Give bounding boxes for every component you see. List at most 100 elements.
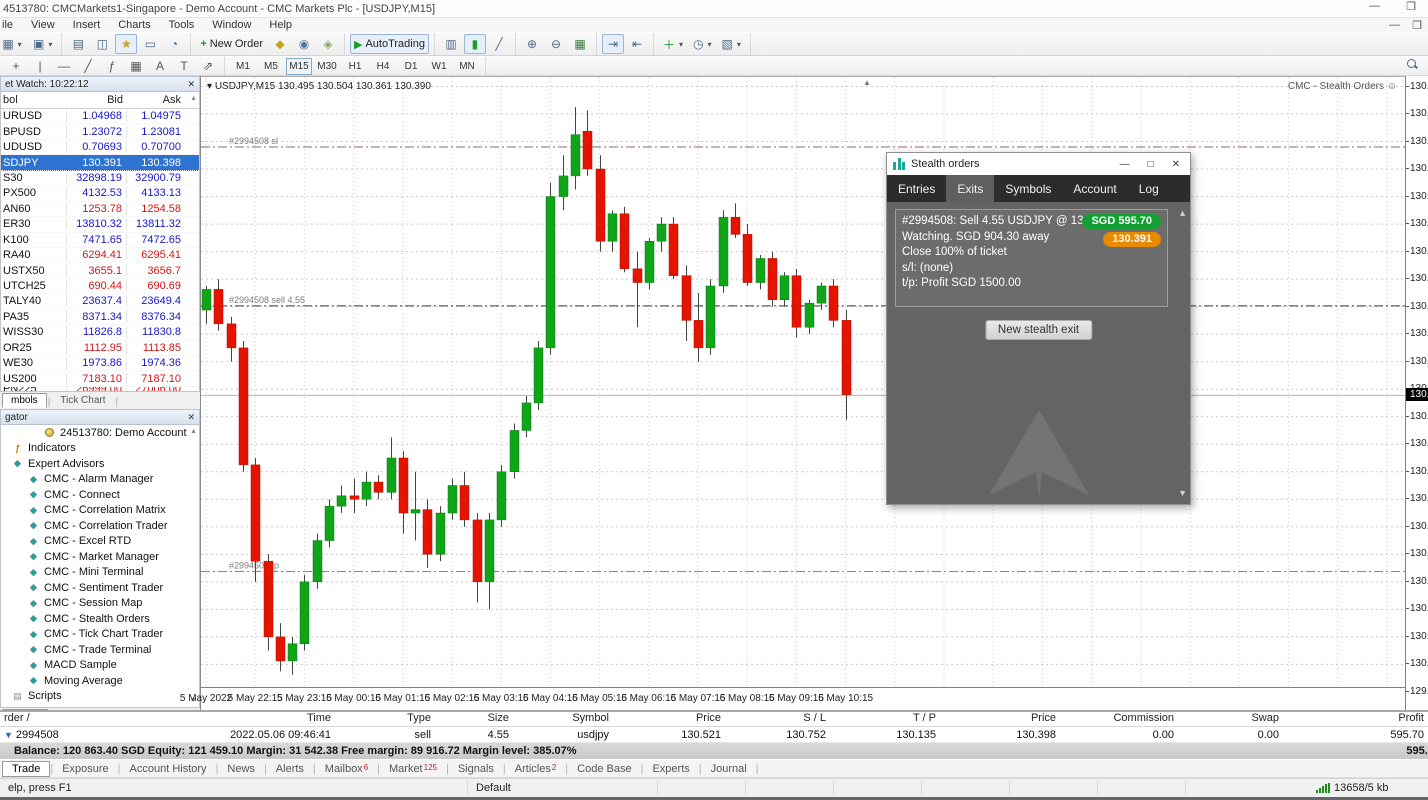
chart-shift-button[interactable]: ⇤	[626, 34, 648, 54]
navigator-toggle[interactable]: ★	[115, 34, 137, 54]
candlestick-button[interactable]: ▮	[464, 34, 486, 54]
column-ask[interactable]: Ask	[127, 94, 185, 106]
navigator-item-cmc-stealth-orders[interactable]: ◆CMC - Stealth Orders	[1, 611, 199, 627]
terminal-tab-signals[interactable]: Signals	[449, 762, 503, 776]
terminal-column-rder[interactable]: rder /	[0, 712, 150, 726]
menu-tools[interactable]: Tools	[169, 19, 195, 31]
metaeditor-button[interactable]: ◆	[269, 34, 291, 54]
terminal-tab-trade[interactable]: Trade	[2, 761, 50, 777]
scroll-up-icon[interactable]: ▲	[1178, 208, 1187, 218]
navigator-item-scripts[interactable]: ▤Scripts	[1, 689, 199, 705]
column-symbol[interactable]: bol	[1, 94, 67, 106]
terminal-tab-alerts[interactable]: Alerts	[267, 762, 313, 776]
profiles-button[interactable]: ▣▾	[29, 34, 56, 54]
navigator-item-indicators[interactable]: ƒIndicators	[1, 441, 199, 457]
timeframe-m5[interactable]: M5	[258, 58, 284, 75]
market-watch-row-wiss30[interactable]: WISS3011826.811830.8	[1, 325, 199, 340]
market-watch-row-udusd[interactable]: UDUSD0.706930.70700	[1, 140, 199, 155]
terminal-column-tp[interactable]: T / P	[830, 712, 940, 726]
terminal-column-commission[interactable]: Commission	[1060, 712, 1178, 726]
market-watch-row-or25[interactable]: OR251112.951113.85	[1, 341, 199, 356]
zoom-out-button[interactable]: ⊖	[545, 34, 567, 54]
dialog-tab-log[interactable]: Log	[1128, 175, 1170, 202]
timeframe-w1[interactable]: W1	[426, 58, 452, 75]
market-watch-row-s30[interactable]: S3032898.1932900.79	[1, 171, 199, 186]
market-watch-row-er30[interactable]: ER3013810.3213811.32	[1, 217, 199, 232]
navigator-item-cmc-market-manager[interactable]: ◆CMC - Market Manager	[1, 549, 199, 565]
terminal-tab-journal[interactable]: Journal	[702, 762, 756, 776]
scroll-down-icon[interactable]: ▼	[1178, 488, 1187, 498]
stealth-exit-card[interactable]: #2994508: Sell 4.55 USDJPY @ 130.521 Wat…	[895, 209, 1168, 307]
navigator-item-cmc-tick-chart-trader[interactable]: ◆CMC - Tick Chart Trader	[1, 627, 199, 643]
menu-window[interactable]: Window	[212, 19, 251, 31]
dialog-tab-exits[interactable]: Exits	[946, 175, 994, 202]
tile-windows-button[interactable]: ▦	[569, 34, 591, 54]
terminal-column-type[interactable]: Type	[335, 712, 435, 726]
tab-mbols[interactable]: mbols	[2, 393, 47, 408]
market-watch-row-pa35[interactable]: PA358371.348376.34	[1, 310, 199, 325]
navigator-item-24513780-demo-account[interactable]: 24513780: Demo Account	[1, 425, 199, 441]
menu-insert[interactable]: Insert	[73, 19, 101, 31]
market-watch-toggle[interactable]: ▤	[67, 34, 89, 54]
scroll-up-icon[interactable]: ▲	[190, 95, 197, 102]
minimize-window-button[interactable]: —	[1369, 0, 1380, 13]
navigator-item-cmc-sentiment-trader[interactable]: ◆CMC - Sentiment Trader	[1, 580, 199, 596]
column-bid[interactable]: Bid	[67, 94, 127, 106]
market-watch-row-bpusd[interactable]: BPUSD1.230721.23081	[1, 124, 199, 139]
terminal-column-sl[interactable]: S / L	[725, 712, 830, 726]
terminal-toggle[interactable]: ▭	[139, 34, 161, 54]
scroll-up-icon[interactable]: ▲	[190, 428, 197, 435]
indicators-button[interactable]: ＋▾	[659, 34, 687, 54]
text-label-button[interactable]: T	[173, 56, 195, 76]
strategy-tester-toggle[interactable]: ◔	[163, 34, 185, 54]
dialog-maximize-button[interactable]: □	[1148, 159, 1154, 170]
timeframe-m1[interactable]: M1	[230, 58, 256, 75]
close-icon[interactable]: ✕	[187, 79, 195, 90]
terminal-column-size[interactable]: Size	[435, 712, 513, 726]
fibonacci-button[interactable]: ƒ	[101, 56, 123, 76]
line-chart-button[interactable]: ╱	[488, 34, 510, 54]
search-icon[interactable]	[1407, 59, 1418, 73]
market-watch-row-an60[interactable]: AN601253.781254.58	[1, 202, 199, 217]
periods-button[interactable]: ◷▾	[689, 34, 716, 54]
close-icon[interactable]: ✕	[187, 412, 195, 423]
terminal-tab-mailbox[interactable]: Mailbox6	[316, 762, 377, 776]
terminal-column-swap[interactable]: Swap	[1178, 712, 1283, 726]
data-window-toggle[interactable]: ◫	[91, 34, 113, 54]
new-order-button[interactable]: +New Order	[196, 34, 267, 54]
market-watch-row-we30[interactable]: WE301973.861974.36	[1, 356, 199, 371]
chart-shift-marker[interactable]: ▲	[863, 78, 871, 87]
navigator-item-cmc-correlation-matrix[interactable]: ◆CMC - Correlation Matrix	[1, 503, 199, 519]
timeframe-h1[interactable]: H1	[342, 58, 368, 75]
navigator-item-cmc-correlation-trader[interactable]: ◆CMC - Correlation Trader	[1, 518, 199, 534]
navigator-item-cmc-connect[interactable]: ◆CMC - Connect	[1, 487, 199, 503]
dialog-close-button[interactable]: ✕	[1172, 159, 1180, 170]
autotrading-button[interactable]: ▶AutoTrading	[350, 34, 429, 54]
market-watch-row-ustx50[interactable]: USTX503655.13656.7	[1, 263, 199, 278]
menu-ile[interactable]: ile	[2, 19, 13, 31]
channel-button[interactable]: ▦	[125, 56, 147, 76]
vertical-line-button[interactable]: |	[29, 56, 51, 76]
bar-chart-button[interactable]: ▥	[440, 34, 462, 54]
terminal-column-profit[interactable]: Profit	[1283, 712, 1428, 726]
templates-button[interactable]: ▧▾	[718, 34, 745, 54]
crosshair-button[interactable]: +	[5, 56, 27, 76]
experts-button[interactable]: ◉	[293, 34, 315, 54]
market-watch-row-urusd[interactable]: URUSD1.049681.04975	[1, 109, 199, 124]
status-profile[interactable]: Default	[468, 780, 658, 796]
price-axis[interactable]: 130.840130.800130.760130.720130.680130.6…	[1405, 76, 1428, 710]
market-watch-row-us200[interactable]: US2007183.107187.10	[1, 371, 199, 386]
navigator-item-moving-average[interactable]: ◆Moving Average	[1, 673, 199, 689]
terminal-column-symbol[interactable]: Symbol	[513, 712, 613, 726]
time-axis[interactable]: 5 May 20225 May 22:155 May 23:156 May 00…	[201, 687, 1405, 711]
timeframe-m30[interactable]: M30	[314, 58, 340, 75]
terminal-column-time[interactable]: Time	[150, 712, 335, 726]
horizontal-line-button[interactable]: —	[53, 56, 75, 76]
terminal-tab-articles[interactable]: Articles2	[506, 762, 566, 776]
new-chart-button[interactable]: ▦▾	[5, 34, 27, 54]
terminal-tab-account-history[interactable]: Account History	[121, 762, 216, 776]
child-minimize-button[interactable]: —	[1389, 19, 1400, 32]
candlestick-chart[interactable]: #2994508 sl#2994508 sell 4.55#2994508 tp	[201, 77, 1405, 687]
child-restore-button[interactable]: ❐	[1412, 19, 1422, 32]
navigator-item-cmc-alarm-manager[interactable]: ◆CMC - Alarm Manager	[1, 472, 199, 488]
